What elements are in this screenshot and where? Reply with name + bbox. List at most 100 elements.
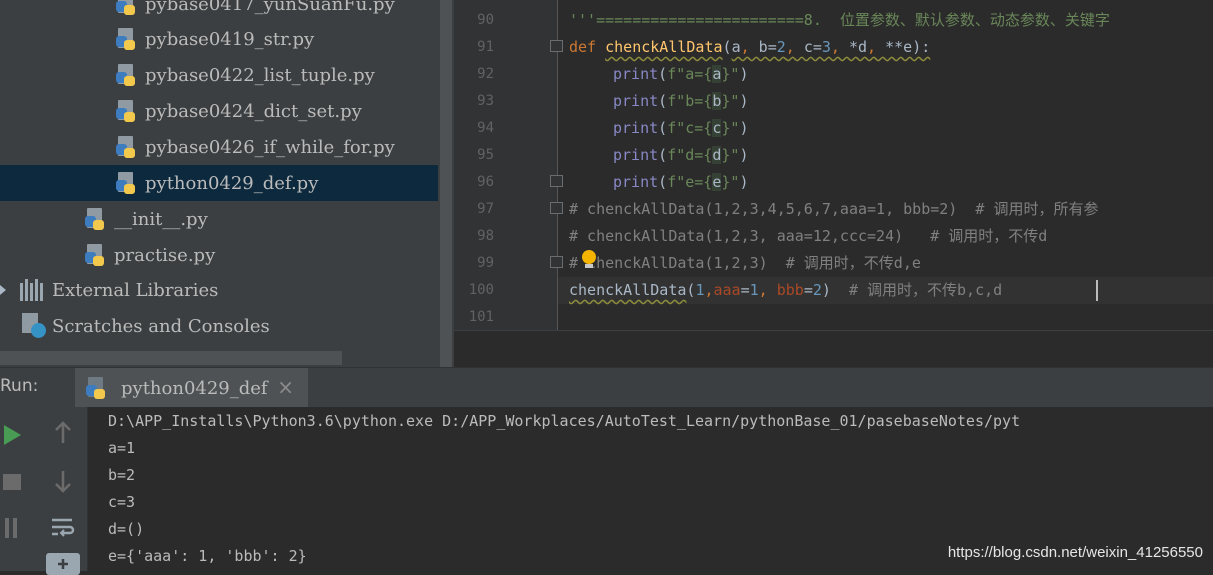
tree-item-file[interactable]: pybase0424_dict_set.py xyxy=(115,93,362,129)
tree-item-file[interactable]: practise.py xyxy=(84,237,215,273)
tree-item-file[interactable]: pybase0419_str.py xyxy=(115,21,314,57)
fold-marker-icon[interactable] xyxy=(550,202,563,214)
stop-icon[interactable] xyxy=(0,469,24,495)
comma: , xyxy=(758,281,777,299)
param: b xyxy=(758,38,768,56)
paren: ) xyxy=(739,173,749,191)
tree-item-label: pybase0417_yunSuanFu.py xyxy=(145,0,395,15)
string: }" xyxy=(721,146,740,164)
line-number: 93 xyxy=(477,93,494,109)
arrow-down-icon[interactable] xyxy=(50,467,76,495)
paren: ) xyxy=(739,119,749,137)
line-number: 97 xyxy=(477,201,494,217)
scratches-icon xyxy=(20,313,46,339)
tree-item-external-libraries[interactable]: External Libraries xyxy=(0,272,218,308)
run-tab-label: python0429_def xyxy=(121,377,268,399)
param: *d xyxy=(848,38,868,56)
console-line: a=1 xyxy=(108,439,136,457)
console-line: D:\APP_Installs\Python3.6\python.exe D:/… xyxy=(108,412,1021,430)
python-file-icon xyxy=(115,100,137,122)
pause-icon[interactable] xyxy=(0,515,24,541)
string: }" xyxy=(721,92,740,110)
builtin: print xyxy=(613,65,659,83)
equals: = xyxy=(767,38,777,56)
project-tree-panel: pybase0417_yunSuanFu.py pybase0419_str.p… xyxy=(0,0,438,367)
builtin: print xyxy=(613,92,659,110)
builtin: print xyxy=(613,119,659,137)
watermark: https://blog.csdn.net/weixin_41256550 xyxy=(947,544,1203,561)
paren: ) xyxy=(739,65,749,83)
paren: ): xyxy=(912,38,931,56)
tree-item-file-selected[interactable]: python0429_def.py xyxy=(0,165,438,201)
string: f"e={ xyxy=(667,173,713,191)
tree-item-file[interactable]: pybase0417_yunSuanFu.py xyxy=(115,0,395,22)
run-toolbar xyxy=(0,407,38,571)
tree-item-label: python0429_def.py xyxy=(145,172,319,194)
tree-item-file[interactable]: pybase0426_if_while_for.py xyxy=(115,129,395,165)
horizontal-scrollbar[interactable] xyxy=(0,351,342,365)
comma: , xyxy=(704,281,714,299)
lightbulb-icon[interactable] xyxy=(581,250,597,270)
python-file-icon xyxy=(115,172,137,194)
console-line: e={'aaa': 1, 'bbb': 2} xyxy=(108,547,307,565)
arrow-up-icon[interactable] xyxy=(50,419,76,447)
console-line: c=3 xyxy=(108,493,136,511)
fold-marker-icon[interactable] xyxy=(550,256,563,268)
run-tab[interactable]: python0429_def × xyxy=(75,368,308,408)
tree-item-label: pybase0426_if_while_for.py xyxy=(145,136,395,158)
tree-item-label: pybase0419_str.py xyxy=(145,28,315,50)
run-panel-header: Run: python0429_def × xyxy=(0,367,1213,408)
string: }" xyxy=(721,119,740,137)
tree-item-label: practise.py xyxy=(114,244,216,266)
line-number: 101 xyxy=(468,309,494,325)
line-number: 94 xyxy=(477,120,494,136)
python-file-icon xyxy=(84,244,106,266)
number: 2 xyxy=(812,281,822,299)
tree-item-label: __init__.py xyxy=(114,208,208,230)
code-editor[interactable]: 90 91 92 93 94 95 96 97 98 99 100 101 ''… xyxy=(454,0,1213,367)
code-line-90: '''=======================8. 位置参数、默认参数、动… xyxy=(569,11,1110,29)
soft-wrap-icon[interactable] xyxy=(48,513,78,541)
paren: ( xyxy=(658,173,668,191)
paren: ) xyxy=(821,281,831,299)
expand-arrow-icon[interactable] xyxy=(0,285,6,295)
paren: ( xyxy=(658,146,668,164)
print-icon[interactable] xyxy=(46,553,80,575)
console-line: b=2 xyxy=(108,466,136,484)
line-number: 95 xyxy=(477,147,494,163)
line-number: 98 xyxy=(477,228,494,244)
library-icon xyxy=(20,279,46,301)
function-call: chenckAllData xyxy=(569,281,687,299)
param: **e xyxy=(885,38,913,56)
paren: ( xyxy=(658,119,668,137)
paren: ) xyxy=(739,92,749,110)
line-number: 90 xyxy=(477,12,494,28)
equals: = xyxy=(803,281,813,299)
code-line-98: # chenckAllData(1,2,3, aaa=12,ccc=24) # … xyxy=(569,227,1048,245)
paren: ( xyxy=(658,92,668,110)
line-number: 92 xyxy=(477,66,494,82)
code-line-91: def chenckAllData(a, b=2, c=3, *d, **e): xyxy=(569,34,930,61)
vertical-scrollbar-thumb[interactable] xyxy=(440,0,452,367)
number: 2 xyxy=(776,38,786,56)
fold-marker-icon[interactable] xyxy=(550,175,563,187)
code-line-94: print(f"c={c}") xyxy=(613,115,748,142)
close-icon[interactable]: × xyxy=(277,375,294,399)
console-line: d=() xyxy=(108,520,145,538)
tree-item-scratches[interactable]: Scratches and Consoles xyxy=(20,308,270,344)
keyword-arg: aaa xyxy=(713,281,741,299)
builtin: print xyxy=(613,146,659,164)
rerun-icon[interactable] xyxy=(0,421,24,449)
equals: = xyxy=(740,281,750,299)
tree-item-file[interactable]: pybase0422_list_tuple.py xyxy=(115,57,375,93)
tree-item-file[interactable]: __init__.py xyxy=(84,201,208,237)
string: f"c={ xyxy=(667,119,713,137)
python-file-icon xyxy=(115,28,137,50)
comma: , xyxy=(830,38,849,56)
fold-marker-icon[interactable] xyxy=(550,40,563,52)
code-line-93: print(f"b={b}") xyxy=(613,88,748,115)
comma: , xyxy=(740,38,759,56)
builtin: print xyxy=(613,173,659,191)
python-file-icon xyxy=(115,64,137,86)
code-line-96: print(f"e={e}") xyxy=(613,169,748,196)
